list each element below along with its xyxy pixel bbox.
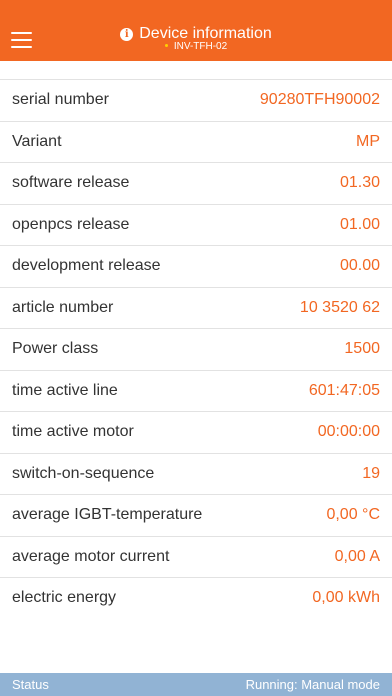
item-label: openpcs release: [12, 215, 130, 233]
item-value: 90280TFH90002: [259, 91, 380, 108]
item-label: time active motor: [12, 423, 134, 440]
list-item: Power class 1500: [0, 329, 392, 371]
list-item: serial number 90280TFH90002: [0, 80, 392, 122]
list-item: openpcs release 01.00: [0, 205, 392, 246]
device-info-list: serial number 90280TFH90002 Variant MP s…: [0, 80, 392, 619]
info-icon: i: [120, 28, 134, 41]
item-value: 0,00 A: [334, 547, 380, 565]
item-value: 10 3520 62: [299, 298, 380, 316]
list-item: switch-on-sequence 19: [0, 454, 392, 495]
item-label: article number: [12, 298, 114, 316]
item-label: development release: [12, 257, 161, 274]
item-label: Variant: [12, 132, 62, 150]
device-subtitle-row: INV-TFH-02: [0, 41, 392, 53]
item-value: 19: [362, 464, 380, 482]
list-item: average IGBT-temperature 0,00 °C: [0, 495, 392, 537]
list-item: average motor current 0,00 A: [0, 537, 392, 578]
item-value: 0,00 kWh: [312, 589, 380, 606]
item-value: 1500: [344, 340, 380, 357]
list-item: software release 01.30: [0, 163, 392, 205]
item-value: 601:47:05: [308, 381, 380, 399]
app-header: i Device information INV-TFH-02: [0, 0, 392, 61]
list-item: article number 10 3520 62: [0, 288, 392, 329]
page-title: Device information: [139, 25, 272, 42]
device-name: INV-TFH-02: [173, 41, 228, 52]
list-item: time active line 601:47:05: [0, 371, 392, 412]
status-label: Status: [12, 677, 49, 692]
list-item: development release 00.00: [0, 246, 392, 288]
item-value: MP: [356, 132, 380, 150]
connection-status-dot-icon: [164, 44, 168, 47]
list-item: Variant MP: [0, 122, 392, 163]
item-label: serial number: [12, 91, 109, 108]
item-label: average IGBT-temperature: [12, 506, 203, 523]
item-value: 01.30: [339, 174, 380, 191]
list-item: electric energy 0,00 kWh: [0, 578, 392, 619]
item-label: average motor current: [12, 547, 170, 565]
list-item: time active motor 00:00:00: [0, 412, 392, 454]
item-value: 0,00 °C: [326, 506, 380, 523]
item-label: software release: [12, 174, 130, 191]
item-value: 01.00: [339, 215, 380, 233]
item-value: 00.00: [339, 257, 380, 274]
item-label: switch-on-sequence: [12, 464, 155, 482]
status-bar: Status Running: Manual mode: [0, 673, 392, 696]
item-value: 00:00:00: [317, 423, 380, 440]
item-label: time active line: [12, 381, 118, 399]
item-label: electric energy: [12, 589, 117, 606]
item-label: Power class: [12, 340, 99, 357]
running-mode-status: Running: Manual mode: [245, 677, 380, 692]
